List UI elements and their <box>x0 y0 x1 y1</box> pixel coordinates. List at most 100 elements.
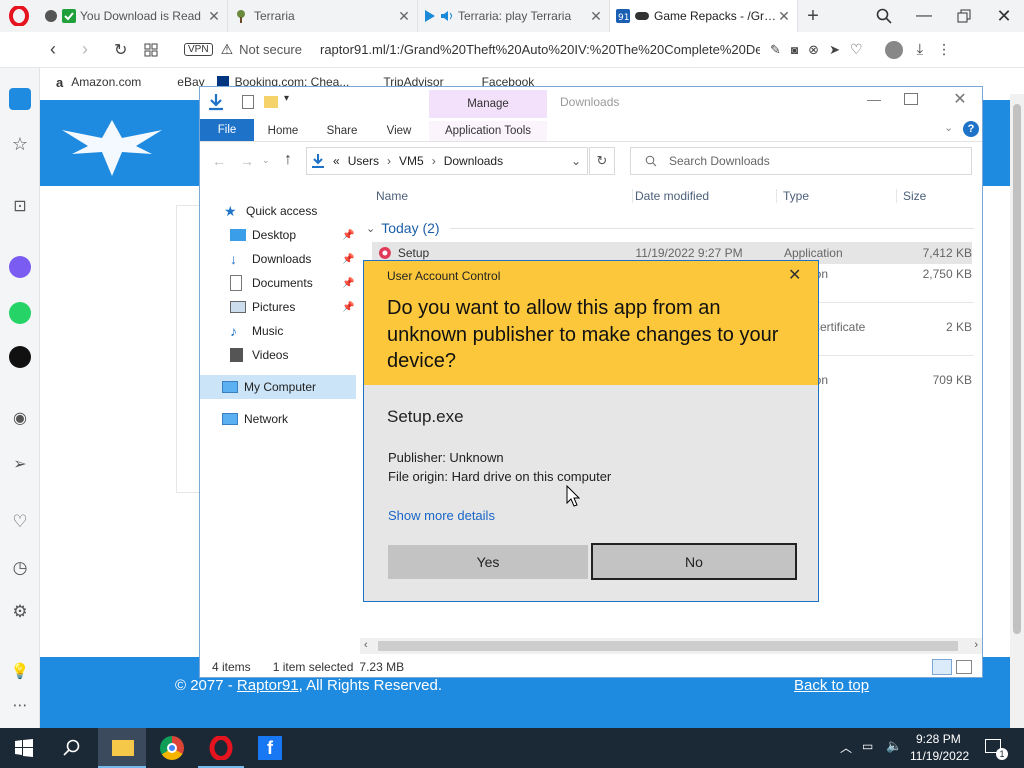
history-icon[interactable]: ◷ <box>9 558 31 580</box>
restore-button[interactable] <box>944 9 984 23</box>
qat-dropdown-icon[interactable]: ▾ <box>284 93 289 104</box>
tab-game-repacks[interactable]: 91 Game Repacks - /Gran ✕ <box>610 0 798 32</box>
new-tab-button[interactable]: + <box>798 5 828 28</box>
player-icon[interactable]: ◉ <box>9 408 31 430</box>
up-button[interactable]: ↑ <box>284 151 292 169</box>
column-size[interactable]: Size <box>896 189 972 203</box>
search-tabs-button[interactable] <box>864 8 904 24</box>
nav-desktop[interactable]: Desktop 📌 <box>230 223 384 247</box>
refresh-button[interactable]: ↻ <box>589 147 615 175</box>
vpn-badge[interactable]: VPN <box>184 43 213 56</box>
download-icon[interactable]: ⤓ <box>917 41 924 58</box>
show-more-details-link[interactable]: Show more details <box>388 508 495 523</box>
ribbon-tab-application-tools[interactable]: Application Tools <box>429 121 547 141</box>
nav-my-computer[interactable]: My Computer <box>200 375 356 399</box>
home-icon[interactable] <box>9 88 31 110</box>
warning-icon[interactable]: ⚠ <box>221 41 234 58</box>
column-name[interactable]: Name <box>372 189 632 203</box>
explorer-minimize-button[interactable]: — <box>860 91 888 107</box>
taskbar-chrome[interactable] <box>160 736 184 760</box>
back-button[interactable]: ‹ <box>50 39 70 60</box>
more-menu-icon[interactable]: ⋮ <box>937 41 951 58</box>
heart-sidebar-icon[interactable]: ♡ <box>9 512 31 534</box>
search-box[interactable]: Search Downloads <box>630 147 972 175</box>
opera-menu-button[interactable] <box>0 0 38 32</box>
tab-terraria[interactable]: Terraria ✕ <box>228 0 418 32</box>
tabs-grid-button[interactable] <box>144 43 166 57</box>
network-status-icon[interactable]: ▭ <box>862 739 873 753</box>
shopping-icon[interactable]: ⊡ <box>9 196 31 218</box>
ribbon-tab-view[interactable]: View <box>376 121 422 141</box>
details-view-icon[interactable] <box>932 659 952 675</box>
close-tab-icon[interactable]: ✕ <box>777 8 791 25</box>
tab-terraria-play[interactable]: Terraria: play Terraria ✕ <box>418 0 610 32</box>
adblock-icon[interactable]: ⊗ <box>808 42 819 58</box>
close-tab-icon[interactable]: ✕ <box>207 8 221 25</box>
ribbon-tab-share[interactable]: Share <box>316 121 368 141</box>
horizontal-scrollbar[interactable]: ‹ › <box>360 638 982 654</box>
nav-network[interactable]: Network <box>222 407 376 431</box>
ribbon-tab-file[interactable]: File <box>200 119 254 141</box>
new-folder-icon[interactable] <box>264 96 278 108</box>
nav-quick-access[interactable]: ★ Quick access <box>224 199 378 223</box>
tab-download-ready[interactable]: You Download is Read ✕ <box>38 0 228 32</box>
taskbar-facebook[interactable]: f <box>258 736 282 760</box>
nav-documents[interactable]: Documents 📌 <box>230 271 384 295</box>
reload-button[interactable]: ↻ <box>114 40 134 60</box>
whatsapp-icon[interactable] <box>9 302 31 324</box>
address-dropdown-icon[interactable]: ⌄ <box>571 154 581 168</box>
manage-tab[interactable]: Manage <box>429 90 547 118</box>
tiktok-icon[interactable] <box>9 346 31 368</box>
security-status[interactable]: Not secure <box>239 42 302 57</box>
help-icon[interactable]: ? <box>963 121 979 137</box>
send-icon[interactable]: ➤ <box>829 42 840 58</box>
back-to-top-link[interactable]: Back to top <box>794 677 869 694</box>
raptor91-link[interactable]: Raptor91 <box>237 677 299 694</box>
more-sidebar-icon[interactable]: ⋯ <box>9 696 31 718</box>
bookmarks-icon[interactable]: ☆ <box>9 134 31 156</box>
clock-time[interactable]: 9:28 PM <box>916 732 961 746</box>
group-header[interactable]: ⌄ Today (2) <box>364 217 974 239</box>
yes-button[interactable]: Yes <box>388 545 588 579</box>
camera-icon[interactable]: ◙ <box>791 43 798 57</box>
page-scrollbar[interactable] <box>1010 94 1024 728</box>
nav-downloads[interactable]: ↓ Downloads 📌 <box>230 247 384 271</box>
column-date[interactable]: Date modified <box>632 189 776 203</box>
profile-icon[interactable] <box>884 40 903 59</box>
show-hidden-icons[interactable]: ︿ <box>840 739 852 756</box>
scrollbar-thumb[interactable] <box>1013 104 1021 634</box>
forward-button[interactable]: › <box>82 39 102 60</box>
minimize-button[interactable]: — <box>904 7 944 25</box>
uac-close-button[interactable]: ✕ <box>788 265 801 285</box>
explorer-back-button[interactable]: ← <box>212 153 226 169</box>
scrollbar-thumb[interactable] <box>378 641 958 651</box>
explorer-maximize-button[interactable] <box>904 93 918 105</box>
taskbar-file-explorer[interactable] <box>98 728 146 768</box>
messenger-icon[interactable] <box>9 256 31 278</box>
nav-music[interactable]: ♪ Music <box>230 319 384 343</box>
flow-icon[interactable]: ➢ <box>9 454 31 476</box>
search-icon[interactable] <box>63 739 81 757</box>
ribbon-tab-home[interactable]: Home <box>258 121 308 141</box>
edit-icon[interactable]: ✎ <box>770 42 781 58</box>
ribbon-expand-icon[interactable]: ⌄ <box>944 121 953 134</box>
explorer-close-button[interactable]: ✕ <box>948 89 972 109</box>
address-bar[interactable]: « Users › VM5 › Downloads ⌄ <box>306 147 588 175</box>
scroll-right-icon[interactable]: › <box>974 639 978 651</box>
no-button[interactable]: No <box>591 543 797 580</box>
clock-date[interactable]: 11/19/2022 <box>910 749 969 763</box>
properties-icon[interactable] <box>242 95 254 109</box>
nav-pictures[interactable]: Pictures 📌 <box>230 295 384 319</box>
path-prefix[interactable]: « <box>333 154 340 168</box>
close-window-button[interactable]: ✕ <box>984 6 1024 27</box>
path-downloads[interactable]: Downloads <box>444 154 503 168</box>
explorer-forward-button[interactable]: → <box>240 153 254 169</box>
recent-locations-icon[interactable]: ⌄ <box>262 155 270 166</box>
tips-icon[interactable]: 💡 <box>9 662 31 684</box>
scroll-left-icon[interactable]: ‹ <box>364 639 368 651</box>
taskbar-opera[interactable] <box>198 728 244 768</box>
large-icons-view-icon[interactable] <box>956 660 972 674</box>
windows-start-icon[interactable] <box>15 739 33 757</box>
nav-videos[interactable]: Videos <box>230 343 384 367</box>
path-vm5[interactable]: VM5 <box>399 154 424 168</box>
